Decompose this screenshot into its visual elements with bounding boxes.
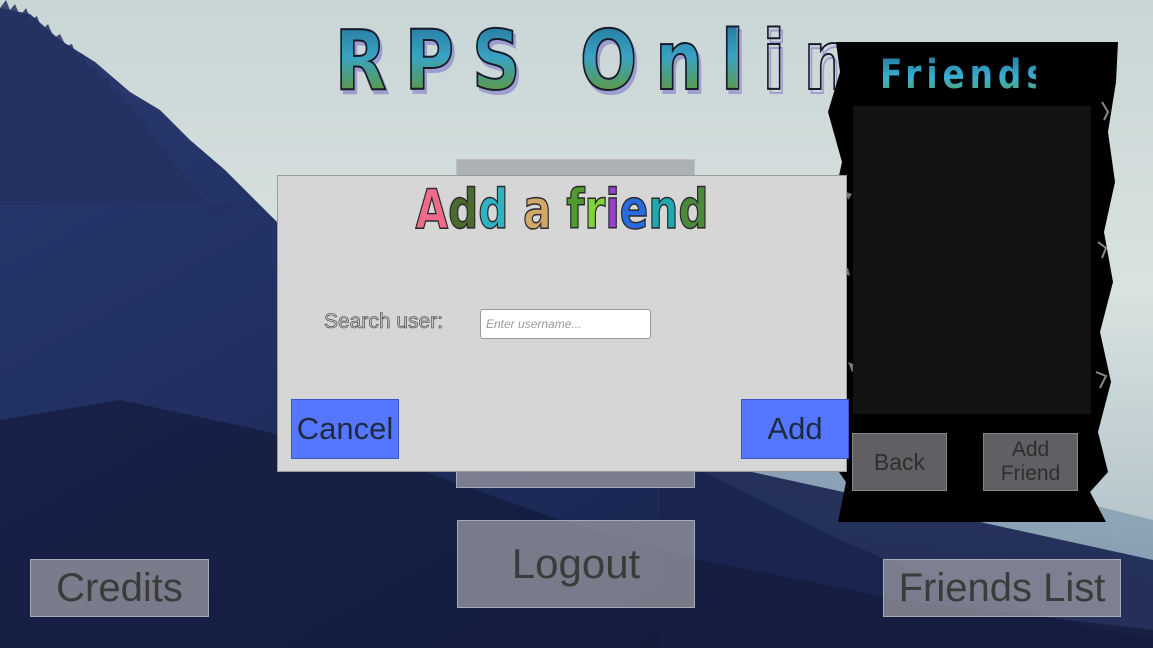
dialog-title-letter: A	[415, 177, 449, 242]
search-user-label: Search user:	[324, 310, 444, 334]
dialog-title-letter: d	[448, 177, 479, 242]
logout-button[interactable]: Logout	[457, 520, 695, 608]
dialog-title-letter: d	[678, 177, 709, 242]
dialog-title-letter: i	[605, 177, 621, 242]
back-button[interactable]: Back	[852, 433, 947, 491]
friends-panel-title: Friends	[880, 52, 1051, 98]
dialog-title: Add a friend	[340, 177, 783, 242]
credits-button[interactable]: Credits	[30, 559, 209, 617]
friends-panel: Friends Back Add Friend	[828, 42, 1120, 522]
dialog-title-letter: f	[566, 177, 585, 242]
dialog-title-letter	[552, 178, 567, 241]
dialog-title-letter: n	[648, 177, 679, 242]
dialog-title-letter: r	[584, 177, 606, 242]
add-friend-dialog: Add a friend Search user: Cancel Add	[277, 175, 849, 472]
cancel-button[interactable]: Cancel	[291, 399, 399, 459]
dialog-title-letter	[508, 178, 523, 241]
add-friend-button[interactable]: Add Friend	[983, 433, 1078, 491]
friends-list-area[interactable]	[853, 106, 1091, 414]
dialog-title-letter: a	[523, 177, 553, 242]
friends-list-button[interactable]: Friends List	[883, 559, 1121, 617]
dialog-title-letter: e	[619, 177, 649, 242]
add-button[interactable]: Add	[741, 399, 849, 459]
game-title-logo: RPS Online	[334, 13, 933, 110]
dialog-title-letter: d	[478, 177, 509, 242]
username-search-input[interactable]	[480, 309, 651, 339]
